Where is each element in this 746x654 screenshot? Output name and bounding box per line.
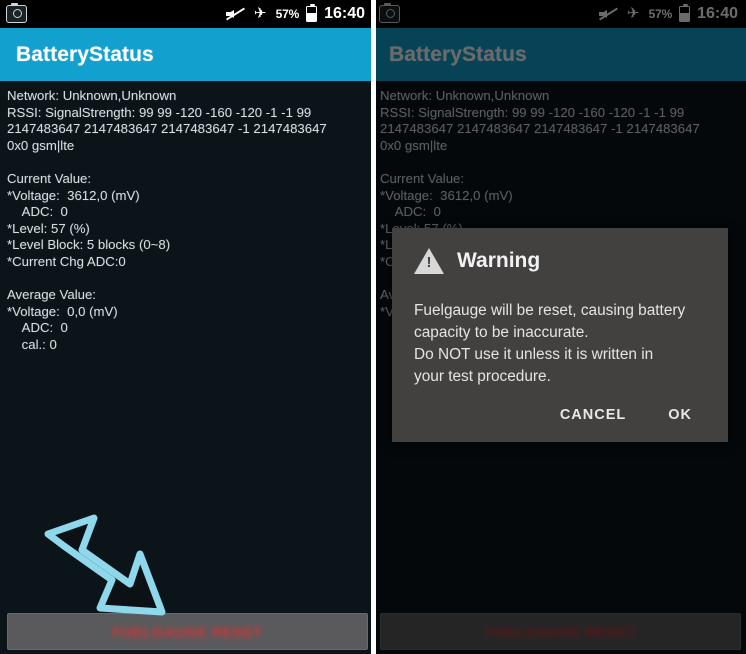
- rssi-line: RSSI: SignalStrength: 99 99 -120 -160 -1…: [7, 104, 312, 120]
- app-title: BatteryStatus: [16, 42, 154, 66]
- cancel-button[interactable]: CANCEL: [554, 406, 632, 424]
- network-line: Network: Unknown,Unknown: [7, 88, 177, 103]
- battery-icon: [306, 3, 318, 22]
- mute-icon: [225, 6, 245, 22]
- average-cal: cal.: 0: [7, 336, 57, 352]
- warning-message-line-3: Do NOT use it unless it is written in: [414, 346, 654, 363]
- fuelgauge-reset-button-label: FUELGAUGE RESET: [112, 623, 263, 640]
- status-bar-left: ✈ 57% 16:40: [0, 0, 373, 28]
- status-bar-right-icons: ✈ 57% 16:40: [225, 3, 365, 23]
- current-chg-adc: *Current Chg ADC:0: [7, 253, 126, 269]
- current-value-header: Current Value:: [7, 170, 92, 186]
- current-level: *Level: 57 (%): [7, 220, 90, 236]
- status-bar-left-icons: [6, 2, 27, 23]
- warning-triangle-icon: [414, 248, 444, 274]
- rssi-line-3: 0x0 gsm|lte: [7, 137, 75, 153]
- camera-icon: [6, 2, 27, 23]
- warning-message-line-1: Fuelgauge will be reset, causing battery: [414, 302, 686, 319]
- current-level-block: *Level Block: 5 blocks (0~8): [7, 237, 171, 253]
- warning-dialog: Warning Fuelgauge will be reset, causing…: [392, 228, 728, 442]
- battery-info-text-left: Network: Unknown,Unknown RSSI: SignalStre…: [0, 81, 373, 608]
- rssi-line-2: 2147483647 2147483647 2147483647 -1 2147…: [7, 121, 327, 137]
- warning-dialog-actions: CANCEL OK: [414, 406, 706, 434]
- warning-dialog-message: Fuelgauge will be reset, causing battery…: [414, 300, 706, 388]
- warning-dialog-header: Warning: [414, 248, 706, 274]
- average-voltage: *Voltage: 0,0 (mV): [7, 303, 118, 319]
- status-bar-clock: 16:40: [324, 5, 365, 22]
- battery-percent-label: 57%: [275, 7, 300, 21]
- fuelgauge-reset-button[interactable]: FUELGAUGE RESET: [7, 613, 368, 650]
- app-bar-left: BatteryStatus: [0, 28, 373, 81]
- bottom-button-bar-left: FUELGAUGE RESET: [0, 608, 373, 654]
- airplane-mode-icon: ✈: [253, 5, 267, 22]
- panel-divider: [371, 0, 376, 654]
- screenshot-root: ✈ 57% 16:40 BatteryStatus Network: Unkno…: [0, 0, 746, 654]
- warning-dialog-title: Warning: [457, 249, 541, 272]
- ok-button[interactable]: OK: [662, 406, 698, 424]
- warning-message-line-2: capacity to be inaccurate.: [414, 324, 589, 341]
- left-phone-panel: ✈ 57% 16:40 BatteryStatus Network: Unkno…: [0, 0, 373, 654]
- average-value-header: Average Value:: [7, 287, 96, 303]
- average-adc: ADC: 0: [7, 320, 68, 336]
- warning-message-line-4: your test procedure.: [414, 368, 551, 385]
- current-voltage: *Voltage: 3612,0 (mV): [7, 187, 140, 203]
- right-phone-panel: ✈ 57% 16:40 BatteryStatus Network: Unkno…: [373, 0, 746, 654]
- current-adc: ADC: 0: [7, 204, 68, 220]
